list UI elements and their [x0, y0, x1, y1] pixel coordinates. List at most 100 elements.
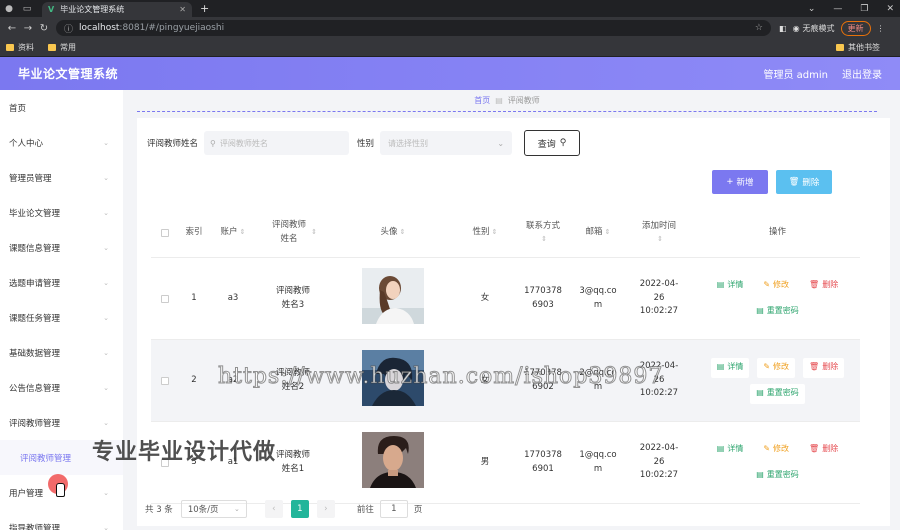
sidebar-item[interactable]: 选题申请管理 ⌄ — [0, 265, 123, 300]
chevron-down-icon: ⌄ — [103, 488, 109, 497]
detail-button[interactable]: ▤ 详情 — [710, 275, 750, 296]
col-account[interactable]: 账户 ⇕ — [209, 208, 257, 257]
cell-ops: ▤ 详情 ✎ 修改 🗑 删除 ▤ 重置密码 — [695, 422, 860, 503]
sidebar-item[interactable]: 基础数据管理 ⌄ — [0, 335, 123, 370]
edit-button[interactable]: ✎ 修改 — [757, 439, 796, 460]
breadcrumb-home[interactable]: 首页 — [474, 95, 490, 106]
sidebar-item[interactable]: 评阅教师管理 — [0, 440, 123, 475]
reset-password-button[interactable]: ▤ 重置密码 — [750, 301, 805, 322]
sidebar-toggle-icon[interactable]: ◧ — [779, 24, 787, 33]
sidebar-item[interactable]: 个人中心 ⌄ — [0, 125, 123, 160]
maximize-icon[interactable]: ❐ — [860, 4, 868, 14]
sidebar-item[interactable]: 公告信息管理 ⌄ — [0, 370, 123, 405]
row-select-cell[interactable] — [151, 340, 179, 421]
site-info-icon[interactable]: ⓘ — [64, 22, 73, 35]
pagination: 共 3 条 10条/页 ⌄ ‹ 1 › 前往 1 页 — [145, 500, 422, 518]
reset-password-button[interactable]: ▤ 重置密码 — [750, 465, 805, 486]
sort-icon[interactable]: ⇕ — [240, 227, 246, 238]
add-button[interactable]: + 新增 — [712, 170, 768, 194]
cell-phone: 17703786901 — [513, 422, 573, 503]
row-checkbox[interactable] — [161, 458, 169, 467]
minimize-icon[interactable]: — — [833, 4, 842, 14]
sort-icon[interactable]: ⇕ — [541, 234, 547, 245]
sidebar-item[interactable]: 毕业论文管理 ⌄ — [0, 195, 123, 230]
batch-delete-button[interactable]: 🗑 删除 — [776, 170, 832, 194]
new-tab-icon[interactable]: + — [200, 2, 209, 15]
trash-icon: 🗑 — [809, 280, 820, 290]
bookmark-folder-1[interactable]: 常用 — [48, 42, 76, 53]
sort-icon[interactable]: ⇕ — [311, 227, 317, 238]
chevron-down-icon: ⌄ — [103, 138, 109, 147]
sort-icon[interactable]: ⇕ — [400, 227, 406, 238]
sidebar-item[interactable]: 课题任务管理 ⌄ — [0, 300, 123, 335]
reset-password-button[interactable]: ▤ 重置密码 — [750, 383, 805, 404]
avatar[interactable] — [362, 349, 424, 412]
delete-button[interactable]: 🗑 删除 — [803, 357, 845, 378]
select-all-checkbox[interactable] — [161, 228, 169, 237]
reset-icon: ▤ — [756, 388, 764, 398]
sort-icon[interactable]: ⇕ — [657, 234, 663, 245]
close-tab-icon[interactable]: ✕ — [179, 5, 186, 14]
more-menu-icon[interactable]: ⋮ — [877, 24, 885, 33]
current-user: 管理员 admin — [763, 70, 828, 81]
sidebar-item-label: 管理员管理 — [9, 173, 52, 184]
col-avatar[interactable]: 头像 ⇕ — [329, 208, 457, 257]
sidebar-item[interactable]: 课题信息管理 ⌄ — [0, 230, 123, 265]
bookmark-star-icon[interactable]: ☆ — [755, 23, 763, 33]
name-search-input[interactable]: ⚲ 评阅教师姓名 — [204, 131, 350, 155]
sidebar-item[interactable]: 管理员管理 ⌄ — [0, 160, 123, 195]
update-button[interactable]: 更新 — [840, 20, 871, 36]
col-gender[interactable]: 性别 ⇕ — [457, 208, 513, 257]
incognito-indicator[interactable]: ◉ 无痕模式 — [793, 23, 835, 34]
page-number-button[interactable]: 1 — [290, 500, 309, 518]
logout-link[interactable]: 退出登录 — [842, 66, 882, 81]
row-select-cell[interactable] — [151, 258, 179, 339]
close-window-icon[interactable]: ✕ — [886, 4, 894, 14]
avatar[interactable] — [362, 267, 424, 330]
bookmark-folder-0[interactable]: 资料 — [6, 42, 34, 53]
col-phone[interactable]: 联系方式 ⇕ — [513, 208, 573, 257]
detail-icon: ▤ — [716, 280, 725, 290]
detail-button[interactable]: ▤ 详情 — [710, 439, 750, 460]
select-all-cell[interactable] — [151, 208, 179, 257]
query-button[interactable]: 查询 ⚲ — [524, 130, 581, 156]
prev-page-button[interactable]: ‹ — [264, 500, 283, 518]
reload-icon[interactable]: ↻ — [36, 23, 52, 34]
avatar[interactable] — [362, 431, 424, 494]
tab-strip-icon[interactable]: ▭ — [18, 0, 36, 17]
other-bookmarks[interactable]: 其他书签 — [836, 42, 880, 53]
chevron-down-icon: ⌄ — [103, 208, 109, 217]
sidebar-item[interactable]: 评阅教师管理 ⌄ — [0, 405, 123, 440]
delete-button[interactable]: 🗑 删除 — [803, 275, 845, 296]
col-email[interactable]: 邮箱 ⇕ — [573, 208, 623, 257]
gender-select[interactable]: 请选择性别 ⌄ — [380, 131, 513, 155]
detail-label: 详情 — [727, 444, 744, 454]
tab-search-icon[interactable]: ⌄ — [808, 4, 816, 14]
delete-button[interactable]: 🗑 删除 — [803, 439, 845, 460]
row-select-cell[interactable] — [151, 422, 179, 503]
chevron-down-icon: ⌄ — [103, 523, 109, 530]
url-field[interactable]: ⓘ localhost :8081/#/pingyuejiaoshi ☆ — [56, 20, 771, 36]
row-checkbox[interactable] — [161, 376, 169, 385]
sort-icon[interactable]: ⇕ — [492, 227, 498, 238]
sidebar-item-label: 首页 — [9, 103, 27, 114]
next-page-button[interactable]: › — [316, 500, 335, 518]
sidebar-item[interactable]: 指导教师管理 ⌄ — [0, 510, 123, 530]
chrome-menu-icon[interactable]: ● — [0, 0, 18, 17]
detail-button[interactable]: ▤ 详情 — [710, 357, 750, 378]
trash-icon: 🗑 — [788, 177, 800, 187]
forward-icon[interactable]: → — [20, 23, 36, 34]
page-size-select[interactable]: 10条/页 ⌄ — [180, 500, 247, 518]
edit-button[interactable]: ✎ 修改 — [757, 275, 796, 296]
goto-input[interactable]: 1 — [379, 500, 408, 518]
reset-label: 重置密码 — [766, 388, 799, 398]
sort-icon[interactable]: ⇕ — [605, 227, 611, 238]
chevron-down-icon: ⌄ — [497, 138, 505, 148]
back-icon[interactable]: ← — [4, 23, 20, 34]
browser-tab[interactable]: V 毕业论文管理系统 ✕ — [42, 2, 192, 17]
edit-button[interactable]: ✎ 修改 — [757, 357, 796, 378]
row-checkbox[interactable] — [161, 294, 169, 303]
sidebar-item[interactable]: 首页 — [0, 90, 123, 125]
col-time[interactable]: 添加时间 ⇕ — [623, 208, 695, 257]
col-name[interactable]: 评阅教师姓名 ⇕ — [257, 208, 329, 257]
